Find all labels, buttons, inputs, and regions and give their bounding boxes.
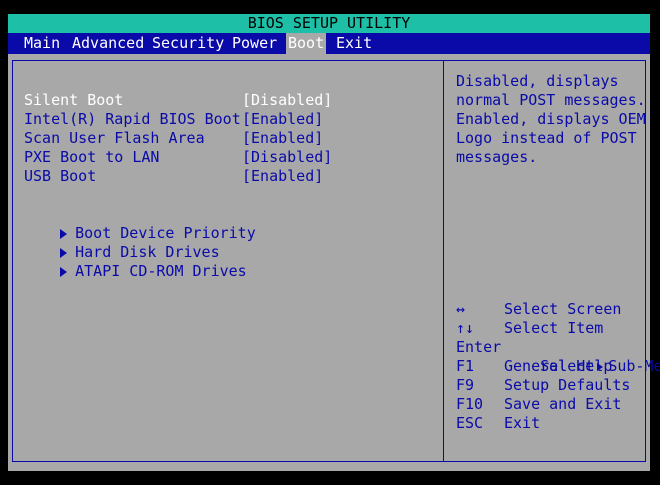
window-title: BIOS SETUP UTILITY (8, 14, 650, 33)
key-desc-select-submenu: SelectSub-Menu (504, 338, 660, 375)
key-esc: ESC (456, 414, 484, 432)
main-panel: Silent Boot [Disabled] Intel(R) Rapid BI… (8, 54, 660, 471)
key-f10: F10 (456, 395, 484, 413)
frame-top (12, 60, 646, 61)
submenu-arrow-icon (60, 267, 68, 277)
key-up-down-icon: ↑↓ (456, 319, 475, 337)
key-desc-general-help: General Help (504, 357, 613, 375)
option-usb-boot[interactable]: USB Boot (24, 167, 96, 186)
key-f9: F9 (456, 376, 475, 394)
help-text-line: messages. (456, 148, 538, 166)
option-silent-boot[interactable]: Silent Boot (24, 91, 123, 110)
key-desc-setup-defaults: Setup Defaults (504, 376, 631, 394)
key-desc-select-screen: Select Screen (504, 300, 622, 318)
help-text-line: Enabled, displays OEM (456, 110, 646, 128)
submenu-label: ATAPI CD-ROM Drives (75, 262, 247, 280)
help-text-line: Disabled, displays (456, 72, 619, 90)
key-left-right-icon: ↔ (456, 300, 466, 318)
option-silent-boot-value[interactable]: [Disabled] (242, 91, 332, 110)
menu-boot[interactable]: Boot (286, 33, 327, 54)
menu-security[interactable]: Security (150, 33, 226, 54)
option-scan-user-flash-value[interactable]: [Enabled] (242, 129, 323, 148)
menu-power[interactable]: Power (230, 33, 279, 54)
option-scan-user-flash[interactable]: Scan User Flash Area (24, 129, 205, 148)
key-desc-suffix: Sub-Menu (608, 357, 660, 375)
key-desc-exit: Exit (504, 414, 541, 432)
submenu-hard-disk-drives[interactable]: Hard Disk Drives (24, 224, 220, 261)
key-desc-select-item: Select Item (504, 319, 604, 337)
submenu-boot-device-priority[interactable]: Boot Device Priority (24, 205, 256, 242)
frame-divider (443, 60, 444, 462)
menu-exit[interactable]: Exit (334, 33, 374, 54)
key-f1: F1 (456, 357, 475, 375)
option-usb-boot-value[interactable]: [Enabled] (242, 167, 323, 186)
key-desc-save-exit: Save and Exit (504, 395, 622, 413)
help-text-line: Logo instead of POST (456, 129, 637, 147)
option-pxe-boot-value[interactable]: [Disabled] (242, 148, 332, 167)
frame-bottom (12, 461, 646, 462)
submenu-atapi-cdrom-drives[interactable]: ATAPI CD-ROM Drives (24, 243, 247, 280)
help-text-line: normal POST messages. (456, 91, 646, 109)
menu-bar: Main Advanced Security Power Boot Exit (8, 33, 650, 54)
menu-main[interactable]: Main (22, 33, 62, 54)
option-rapid-bios-boot[interactable]: Intel(R) Rapid BIOS Boot (24, 110, 241, 129)
frame-left (12, 60, 13, 462)
menu-advanced[interactable]: Advanced (70, 33, 146, 54)
option-pxe-boot[interactable]: PXE Boot to LAN (24, 148, 159, 167)
key-enter: Enter (456, 338, 502, 356)
option-rapid-bios-boot-value[interactable]: [Enabled] (242, 110, 323, 129)
